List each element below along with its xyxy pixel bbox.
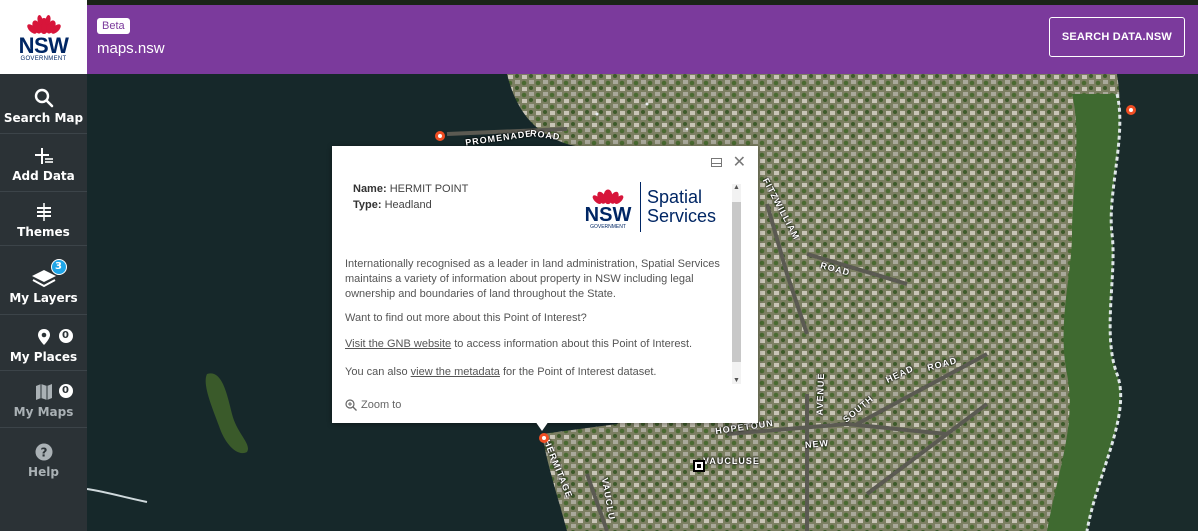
divider: [0, 245, 87, 246]
description-text: Internationally recognised as a leader i…: [345, 258, 720, 300]
metadata-link[interactable]: view the metadata: [411, 366, 500, 378]
logo-spatial-text: Spatial: [647, 187, 703, 207]
sidebar-item-my-places[interactable]: 0 My Places: [0, 315, 87, 373]
poi-marker[interactable]: [1126, 105, 1136, 115]
name-label: Name:: [353, 183, 387, 195]
sidebar-item-label: My Places: [9, 350, 78, 364]
nsw-government-logo[interactable]: NSW GOVERNMENT: [0, 0, 87, 74]
layers-icon: 3: [31, 259, 67, 291]
metadata-paragraph: You can also view the metadata for the P…: [345, 366, 657, 378]
sidebar-item-search-map[interactable]: Search Map: [0, 76, 87, 134]
map-icon: 0: [35, 379, 73, 405]
layers-count-badge: 3: [50, 259, 67, 275]
maps-count-badge: 0: [58, 384, 73, 398]
poi-name-row: Name: HERMIT POINT: [353, 183, 468, 195]
popup-pointer: [535, 421, 549, 431]
sidebar-item-label: My Maps: [13, 405, 74, 419]
places-count-badge: 0: [58, 329, 73, 343]
zoom-to-label: Zoom to: [361, 399, 402, 411]
logo-gov-text: GOVERNMENT: [590, 224, 626, 230]
gnb-website-link[interactable]: Visit the GNB website: [345, 338, 451, 350]
sidebar-item-help[interactable]: ? Help: [0, 430, 87, 488]
selected-poi-marker[interactable]: [539, 433, 549, 443]
logo-nsw-text: NSW: [584, 204, 632, 226]
add-data-icon: [34, 143, 54, 169]
road-label: AVENUE: [814, 372, 827, 416]
divider: [0, 427, 87, 428]
name-value: HERMIT POINT: [389, 183, 469, 195]
app-title[interactable]: maps.nsw: [97, 40, 165, 57]
svg-text:?: ?: [40, 446, 47, 460]
search-icon: [34, 85, 54, 111]
logo-services-text: Services: [647, 206, 717, 226]
themes-icon: [35, 199, 53, 225]
road-label: VAUCLUSE: [703, 456, 760, 466]
beta-badge: Beta: [97, 18, 130, 34]
sidebar-item-my-maps[interactable]: 0 My Maps: [0, 370, 87, 428]
place-pin-icon: 0: [37, 324, 73, 350]
logo-subtext: GOVERNMENT: [20, 56, 67, 62]
help-icon: ?: [35, 439, 53, 465]
type-value: Headland: [384, 199, 432, 211]
poi-type-row: Type: Headland: [353, 199, 432, 211]
gnb-paragraph: Visit the GNB website to access informat…: [345, 338, 693, 350]
sidebar-item-label: Help: [28, 465, 59, 479]
sidebar-item-label: Add Data: [12, 169, 75, 183]
scroll-up-arrow[interactable]: ▲: [732, 184, 741, 191]
poi-info-popup: ✕ Name: HERMIT POINT Type: Headland NSW …: [332, 146, 758, 423]
maximize-button[interactable]: [711, 158, 722, 167]
sidebar-item-label: Themes: [17, 225, 70, 239]
sidebar-item-add-data[interactable]: Add Data: [0, 134, 87, 192]
road-label: NEW: [804, 437, 830, 451]
waratah-logo-icon: [592, 189, 624, 205]
sidebar-item-my-layers[interactable]: 3 My Layers: [0, 255, 87, 315]
logo-text: NSW: [18, 33, 69, 58]
zoom-in-icon: [345, 399, 357, 411]
sidebar-item-themes[interactable]: Themes: [0, 190, 87, 248]
sidebar-item-label: My Layers: [9, 291, 78, 305]
app-header: Beta maps.nsw SEARCH DATA.NSW: [87, 5, 1198, 74]
zoom-to-button[interactable]: Zoom to: [345, 399, 401, 411]
poi-marker[interactable]: [435, 131, 445, 141]
close-icon[interactable]: ✕: [733, 152, 746, 172]
question-text: Want to find out more about this Point o…: [345, 312, 587, 324]
type-label: Type:: [353, 199, 382, 211]
search-data-nsw-button[interactable]: SEARCH DATA.NSW: [1048, 17, 1185, 57]
sidebar-item-label: Search Map: [3, 111, 84, 125]
spatial-services-logo: NSW GOVERNMENT Spatial Services: [582, 182, 716, 232]
sidebar: NSW GOVERNMENT Search Map Add Data Theme…: [0, 0, 87, 531]
location-marker[interactable]: [693, 460, 705, 472]
